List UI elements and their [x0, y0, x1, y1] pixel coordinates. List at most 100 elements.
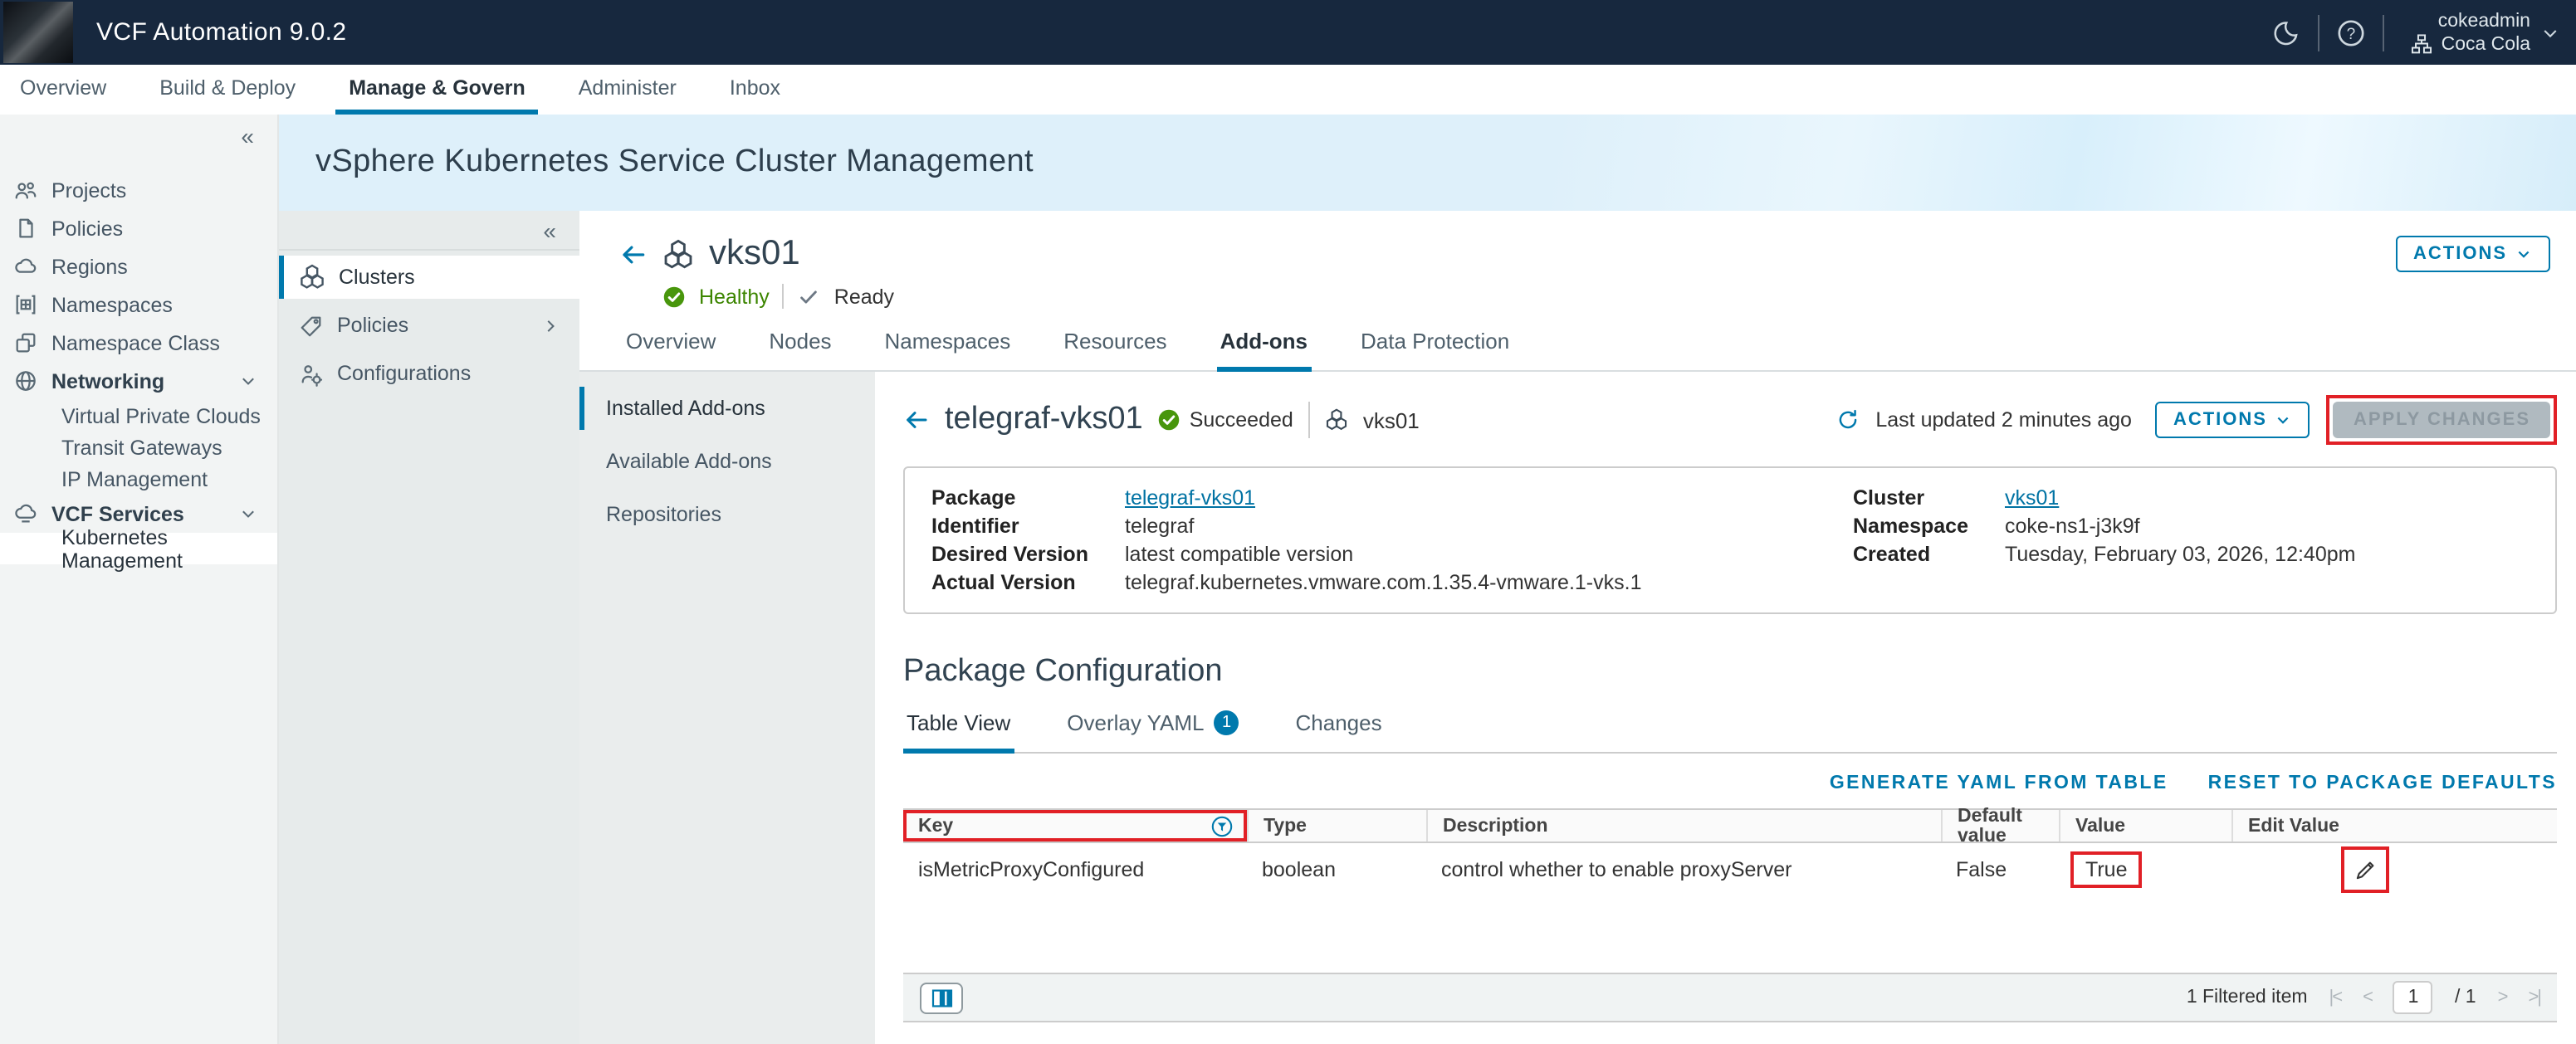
user-menu[interactable]: cokeadmin Coca Cola: [2412, 9, 2530, 56]
sidebar-item-policies[interactable]: Policies: [0, 209, 277, 247]
generate-yaml-link[interactable]: GENERATE YAML FROM TABLE: [1830, 773, 2168, 793]
sidebar-item-policies-secondary[interactable]: Policies: [279, 304, 579, 347]
tab-manage-govern[interactable]: Manage & Govern: [335, 65, 539, 115]
org-name: Coca Cola: [2442, 32, 2530, 56]
key-filter-icon[interactable]: [1210, 814, 1234, 837]
dark-mode-moon-icon[interactable]: [2256, 18, 2319, 46]
apply-changes-button[interactable]: APPLY CHANGES: [2334, 402, 2550, 438]
sidebar-group-networking[interactable]: Networking: [0, 362, 277, 400]
desired-version-value: latest compatible version: [1125, 543, 1853, 566]
package-config-tabs: Table View Overlay YAML 1 Changes: [903, 710, 2557, 754]
actual-version-value: telegraf.kubernetes.vmware.com.1.35.4-vm…: [1125, 571, 1853, 594]
app-header: VCF Automation 9.0.2 ? cokeadmin Coca Co…: [0, 0, 2576, 65]
column-header-value: Value: [2059, 810, 2231, 842]
tab-cluster-overview[interactable]: Overview: [623, 329, 719, 372]
sidebar-item-namespace-class[interactable]: Namespace Class: [0, 324, 277, 362]
addon-actions-button[interactable]: ACTIONS: [2155, 402, 2310, 438]
last-page-button[interactable]: >|: [2528, 988, 2540, 1007]
addon-back-arrow-icon[interactable]: [903, 407, 930, 433]
panel-collapse-icon[interactable]: «: [543, 217, 556, 243]
sidebar-item-kubernetes-management[interactable]: Kubernetes Management: [0, 533, 277, 564]
cluster-icon: [662, 238, 694, 270]
left-sidebar: « Projects Policies Regions Namespaces: [0, 115, 279, 1044]
edit-pencil-icon[interactable]: [2354, 858, 2377, 881]
back-arrow-icon[interactable]: [619, 240, 648, 268]
tab-cluster-resources[interactable]: Resources: [1060, 329, 1170, 372]
next-page-button[interactable]: >: [2498, 988, 2507, 1007]
sidebar-item-regions[interactable]: Regions: [0, 247, 277, 285]
tab-build-deploy[interactable]: Build & Deploy: [146, 65, 309, 115]
last-updated-text: Last updated 2 minutes ago: [1875, 408, 2132, 432]
status-divider: [783, 284, 785, 309]
networking-globe-icon: [13, 368, 38, 393]
sidebar-collapse-icon[interactable]: «: [241, 123, 254, 149]
cluster-name: vks01: [709, 234, 800, 274]
ready-check-icon: [798, 285, 821, 308]
created-label: Created: [1853, 543, 1968, 566]
chevron-down-icon[interactable]: [2540, 22, 2560, 42]
cell-description: control whether to enable proxyServer: [1426, 858, 1941, 881]
nav-repositories[interactable]: Repositories: [579, 490, 875, 539]
page-number-input[interactable]: 1: [2393, 981, 2433, 1014]
first-page-button[interactable]: |<: [2329, 988, 2342, 1007]
reset-defaults-link[interactable]: RESET TO PACKAGE DEFAULTS: [2208, 773, 2557, 793]
tab-table-view[interactable]: Table View: [903, 710, 1014, 754]
tab-overlay-yaml[interactable]: Overlay YAML 1: [1063, 710, 1242, 754]
refresh-icon[interactable]: [1835, 408, 1859, 432]
tab-administer[interactable]: Administer: [565, 65, 690, 115]
sidebar-item-projects[interactable]: Projects: [0, 171, 277, 209]
chevron-down-icon[interactable]: [239, 505, 257, 523]
healthy-check-icon: [662, 285, 686, 308]
column-picker-button[interactable]: [920, 982, 963, 1013]
chevron-right-icon[interactable]: [541, 316, 560, 334]
cloud-icon: [13, 254, 38, 279]
tab-cluster-addons[interactable]: Add-ons: [1217, 329, 1311, 372]
cluster-panel: vks01 ACTIONS Healthy Ready: [579, 211, 2576, 1044]
namespace-value: coke-ns1-j3k9f: [2005, 515, 2356, 538]
cluster-actions-button[interactable]: ACTIONS: [2395, 236, 2550, 272]
cell-type: boolean: [1247, 858, 1426, 881]
org-chart-icon: [2412, 33, 2433, 55]
configurations-icon: [299, 361, 324, 386]
tab-changes[interactable]: Changes: [1293, 710, 1386, 754]
page-title: vSphere Kubernetes Service Cluster Manag…: [315, 144, 1034, 181]
help-icon[interactable]: ?: [2320, 17, 2383, 47]
tab-inbox[interactable]: Inbox: [716, 65, 794, 115]
projects-icon: [13, 178, 38, 202]
filtered-count: 1 Filtered item: [2187, 988, 2308, 1007]
annotation-box-edit-pencil: [2341, 846, 2389, 893]
kubernetes-sidebar: « Clusters Policies Configurations: [279, 211, 579, 1044]
logo-image[interactable]: [3, 2, 73, 63]
ready-status: Ready: [834, 285, 894, 308]
config-table: Key Type Description Default value Value: [903, 808, 2557, 1044]
sidebar-item-clusters[interactable]: Clusters: [279, 256, 579, 299]
sidebar-item-namespaces[interactable]: Namespaces: [0, 285, 277, 324]
tab-overview[interactable]: Overview: [7, 65, 120, 115]
addon-detail: telegraf-vks01 Succeeded vks01: [875, 372, 2576, 1044]
tab-cluster-namespaces[interactable]: Namespaces: [882, 329, 1014, 372]
sidebar-item-transit-gateways[interactable]: Transit Gateways: [0, 432, 277, 463]
table-header-row: Key Type Description Default value Value: [903, 808, 2557, 843]
nav-available-addons[interactable]: Available Add-ons: [579, 437, 875, 486]
column-header-key: Key: [903, 810, 1247, 842]
cluster-label: Cluster: [1853, 486, 1968, 510]
package-info-card: Package telegraf-vks01 Identifier telegr…: [903, 466, 2557, 614]
header-divider: [2383, 14, 2385, 51]
tab-cluster-data-protection[interactable]: Data Protection: [1357, 329, 1513, 372]
identifier-label: Identifier: [931, 515, 1088, 538]
policy-doc-icon: [13, 216, 38, 241]
sidebar-item-configurations[interactable]: Configurations: [279, 352, 579, 395]
package-link[interactable]: telegraf-vks01: [1125, 486, 1853, 510]
created-value: Tuesday, February 03, 2026, 12:40pm: [2005, 543, 2356, 566]
nav-installed-addons[interactable]: Installed Add-ons: [579, 383, 875, 433]
cluster-link[interactable]: vks01: [2005, 486, 2356, 510]
app-title: VCF Automation 9.0.2: [96, 18, 347, 46]
prev-page-button[interactable]: <: [2363, 988, 2372, 1007]
sidebar-item-ip-management[interactable]: IP Management: [0, 463, 277, 495]
cluster-icon-small: [1325, 408, 1348, 432]
username: cokeadmin: [2438, 9, 2530, 32]
chevron-down-icon[interactable]: [239, 372, 257, 390]
identifier-value: telegraf: [1125, 515, 1853, 538]
sidebar-item-virtual-private-clouds[interactable]: Virtual Private Clouds: [0, 400, 277, 432]
tab-cluster-nodes[interactable]: Nodes: [765, 329, 834, 372]
